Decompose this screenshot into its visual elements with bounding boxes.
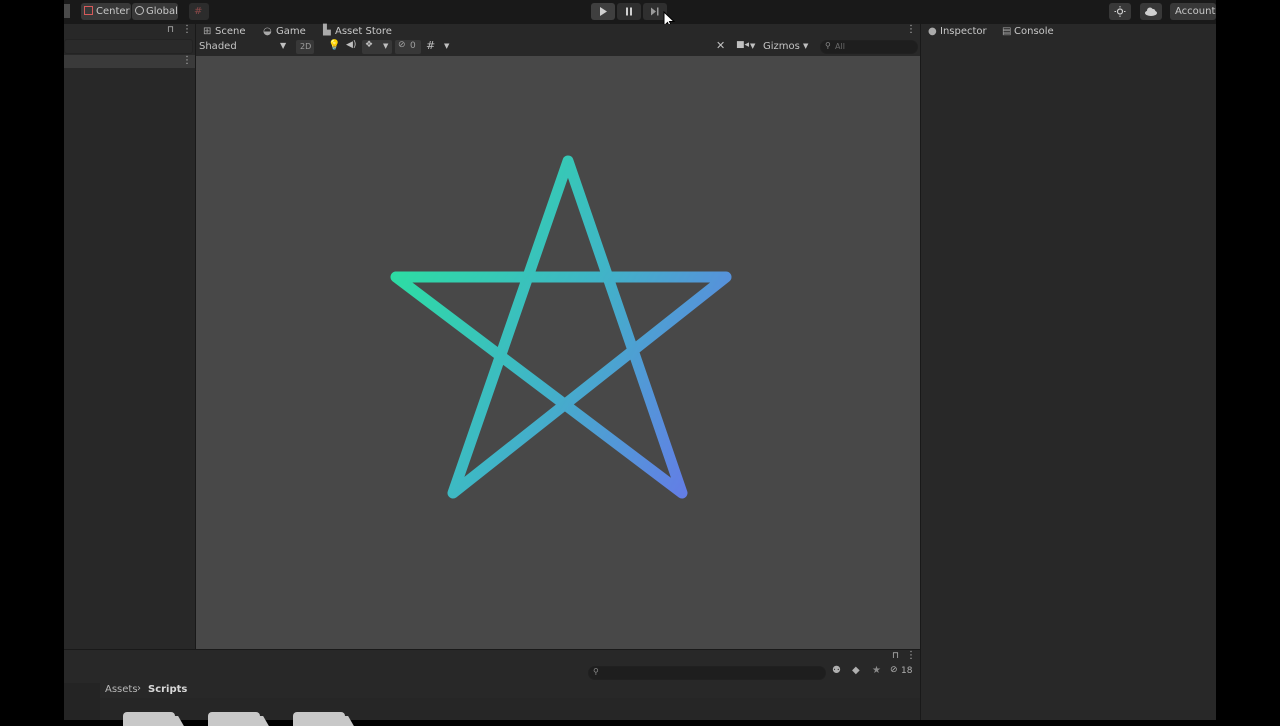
pivot-space-button[interactable]: Global (132, 3, 178, 20)
scene-search-placeholder: All (835, 42, 845, 51)
console-icon: ▤ (1002, 26, 1012, 37)
grid-snap-button[interactable]: # (189, 3, 209, 20)
breadcrumb: Assets › Scripts (100, 683, 920, 697)
hierarchy-scene-row[interactable]: ⋮ (64, 55, 195, 68)
scene-viewport[interactable] (196, 56, 920, 649)
hidden-count: 0 (410, 41, 416, 51)
favorite-star-icon[interactable]: ★ (872, 665, 881, 676)
toolbar-left-edge (64, 4, 70, 18)
tab-inspector[interactable]: ● Inspector (921, 24, 987, 40)
eye-slash-icon: ⊘ (398, 40, 406, 50)
project-search-icon: ⚲ (593, 667, 599, 676)
star-outline (390, 155, 732, 499)
scene-row-menu-icon[interactable]: ⋮ (182, 55, 192, 66)
play-button[interactable] (591, 3, 615, 20)
pause-icon (626, 7, 632, 16)
chevron-down-icon: ▼ (280, 41, 287, 50)
tab-game-label: Game (276, 26, 306, 37)
filter-by-label-icon[interactable]: ◆ (852, 665, 860, 676)
grid-chevron-icon: ▼ (444, 42, 450, 50)
pivot-mode-label: Center (96, 6, 130, 17)
hierarchy-header: ⊓ ⋮ (64, 24, 195, 39)
hidden-objects-toggle[interactable]: ⊘ 0 (395, 40, 421, 54)
cloud-icon (1145, 7, 1157, 16)
hidden-packages-icon[interactable]: ⊘ (890, 665, 898, 675)
gizmos-label: Gizmos (763, 41, 800, 52)
pivot-space-label: Global (146, 6, 178, 17)
play-icon (600, 7, 607, 16)
account-button[interactable]: Account (1170, 3, 1216, 20)
tab-console[interactable]: ▤ Console (997, 24, 1063, 40)
tab-console-label: Console (1014, 26, 1054, 37)
breadcrumb-scripts[interactable]: Scripts (148, 684, 187, 695)
tab-scene[interactable]: ⊞ Scene (196, 24, 252, 40)
pivot-icon (84, 6, 93, 15)
project-toolbar: ⚲ ⚉ ◆ ★ ⊘ 18 (64, 664, 920, 682)
shading-mode-dropdown[interactable]: Shaded ▼ (196, 40, 291, 55)
lighting-button[interactable] (1109, 3, 1131, 20)
panel-menu-icon[interactable]: ⋮ (182, 24, 192, 35)
info-icon: ● (928, 26, 937, 37)
bag-icon: ▙ (323, 25, 331, 36)
camera-chevron-icon: ▼ (750, 42, 756, 50)
main-toolbar: Center Global # Account (64, 0, 1216, 29)
inspector-panel: ● Inspector ▤ Console (921, 24, 1216, 720)
star-line-renderer[interactable] (196, 56, 920, 649)
folder-icon[interactable] (293, 712, 345, 726)
toggle-2d-button[interactable]: 2D (296, 40, 314, 54)
grid-toggle-dropdown[interactable]: # ▼ (426, 39, 454, 54)
effects-icon: ❖ (365, 40, 374, 50)
shading-mode-label: Shaded (199, 41, 237, 52)
tools-icon[interactable]: ✕ (716, 39, 725, 52)
tab-game[interactable]: ◒ Game (256, 24, 312, 40)
scene-panel-menu-icon[interactable]: ⋮ (906, 24, 916, 35)
folder-icon[interactable] (208, 712, 260, 726)
search-icon: ⚲ (825, 41, 831, 50)
tab-scene-label: Scene (215, 26, 246, 37)
scene-tab-bar: ⊞ Scene ◒ Game ▙ Asset Store ⋮ (196, 24, 920, 40)
folder-icon[interactable] (123, 712, 175, 726)
scene-search-field[interactable]: ⚲ All (820, 40, 918, 54)
filter-by-type-icon[interactable]: ⚉ (832, 665, 841, 676)
gizmos-dropdown[interactable]: Gizmos ▼ (761, 40, 813, 54)
grid-toggle-icon: # (426, 39, 436, 52)
scene-view-panel: ⊞ Scene ◒ Game ▙ Asset Store ⋮ Shaded ▼ … (196, 24, 920, 649)
gizmos-chevron-icon: ▼ (803, 42, 809, 50)
gamepad-icon: ◒ (263, 26, 272, 37)
effects-dropdown[interactable]: ❖ ▼ (362, 40, 392, 54)
grid-icon: ⊞ (203, 26, 212, 37)
camera-icon: ■◂ (736, 40, 750, 50)
account-label: Account (1175, 6, 1216, 17)
hierarchy-search-field[interactable] (64, 39, 193, 54)
visible-packages-count: 18 (901, 666, 913, 676)
tab-asset-store-label: Asset Store (335, 26, 392, 37)
hierarchy-panel: ⊓ ⋮ ⋮ (64, 24, 195, 649)
project-panel: ⊓ ⋮ ⚲ ⚉ ◆ ★ ⊘ 18 Assets › Scripts (64, 650, 920, 726)
camera-dropdown[interactable]: ■◂ ▼ (735, 40, 759, 54)
tab-inspector-label: Inspector (940, 26, 987, 37)
grid-snap-icon: # (194, 6, 203, 17)
tab-asset-store[interactable]: ▙ Asset Store (316, 24, 396, 40)
pause-button[interactable] (617, 3, 641, 20)
lightbulb-icon[interactable]: 💡 (328, 40, 340, 51)
effects-chevron-icon: ▼ (383, 42, 389, 50)
breadcrumb-assets[interactable]: Assets (105, 684, 138, 695)
lock-icon[interactable]: ⊓ (167, 25, 174, 35)
editor-window: Center Global # Account ⊓ ⋮ ⋮ ⊞ Scene ◒ … (64, 0, 1216, 726)
toggle-2d-label: 2D (300, 42, 312, 51)
scene-toolbar: Shaded ▼ 2D 💡 ◀) ❖ ▼ ⊘ 0 # ▼ ✕ ■◂ ▼ Gizm… (196, 39, 920, 55)
pivot-mode-button[interactable]: Center (81, 3, 131, 20)
project-menu-icon[interactable]: ⋮ (906, 650, 916, 661)
project-lock-icon[interactable]: ⊓ (892, 651, 899, 661)
cloud-button[interactable] (1140, 3, 1162, 20)
project-search-field[interactable]: ⚲ (588, 666, 826, 680)
audio-icon[interactable]: ◀) (346, 40, 356, 50)
sun-icon (1114, 6, 1126, 17)
project-sidebar (64, 683, 100, 720)
globe-icon (135, 6, 144, 15)
breadcrumb-separator-icon: › (137, 683, 141, 694)
